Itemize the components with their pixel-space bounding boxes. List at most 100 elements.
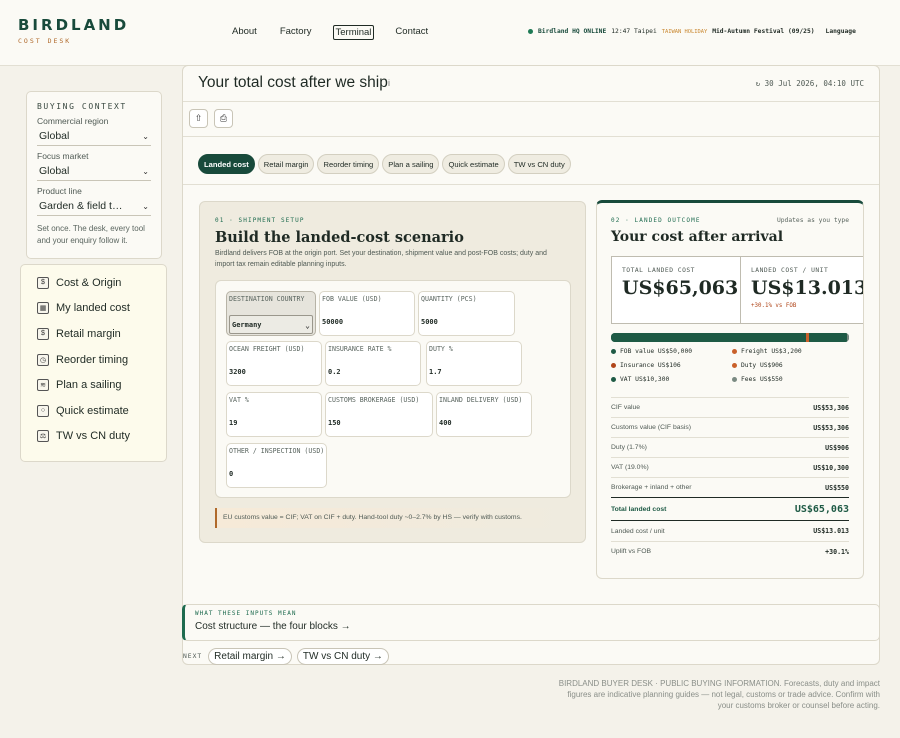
inputs-explainer[interactable]: WHAT THESE INPUTS MEAN Cost structure — … [182,604,880,641]
other-inspection-input[interactable]: OTHER / INSPECTION (USD) 0 [226,443,327,488]
field-value: 1.7 [429,368,442,376]
destination-country-select[interactable]: DESTINATION COUNTRY Germany ⌄ [226,291,316,336]
field-label: DUTY % [429,345,453,353]
row-value: US$13.013 [813,527,849,535]
nav-contact[interactable]: Contact [393,25,430,40]
cost-bar-segment [809,333,847,342]
tab-tw-cn-duty[interactable]: TW vs CN duty [507,154,571,174]
circle-icon: ○ [37,404,49,417]
tab-retail-margin[interactable]: Retail margin [257,154,315,174]
tab-reorder-timing[interactable]: Reorder timing [317,154,380,174]
coin-icon: $ [37,276,49,289]
vat-rate-input[interactable]: VAT % 19 [226,392,322,437]
row-label: Total landed cost [611,505,667,513]
explainer-link[interactable]: Cost structure — the four blocks → [195,621,869,632]
next-links: NEXT Retail margin → TW vs CN duty → [183,648,389,665]
cost-table: CIF value US$53,306 Customs value (CIF ba… [611,397,849,561]
tab-quick-estimate[interactable]: Quick estimate [442,154,505,174]
timestamp: ↻ 30 Jul 2026, 04:10 UTC [756,79,864,88]
kpi-value: US$65,063 [622,277,739,299]
landed-cost-per-unit-kpi: LANDED COST / UNIT US$13.013 +30.1% vs F… [740,256,864,324]
section-kicker: 01 · SHIPMENT SETUP [215,217,305,224]
sidebar-item-label: My landed cost [56,302,130,315]
refresh-icon[interactable]: ↻ [756,79,761,88]
inland-delivery-input[interactable]: INLAND DELIVERY (USD) 400 [436,392,532,437]
info-icon[interactable]: i [388,78,390,88]
row-value: US$906 [825,443,849,452]
select-box: Germany ⌄ [229,315,313,334]
row-value: US$65,063 [794,503,849,515]
sidebar-item-landed-cost[interactable]: ▦ My landed cost [21,296,166,322]
sidebar-item-tw-cn-duty[interactable]: ⚖ TW vs CN duty [21,424,166,450]
print-button[interactable]: ⎙ [214,109,233,128]
row-label: Brokerage + inland + other [611,484,692,491]
buying-context-title: BUYING CONTEXT [37,102,127,111]
legend-item: Duty US$906 [732,362,783,369]
legend-label: Insurance US$106 [620,362,681,369]
legend-dot-icon [732,363,737,368]
field-label: OTHER / INSPECTION (USD) [229,447,325,455]
ocean-freight-input[interactable]: OCEAN FREIGHT (USD) 3200 [226,341,322,386]
legend-label: VAT US$10,300 [620,376,670,383]
page-title: Your total cost after we ship [198,74,388,91]
fob-value-input[interactable]: FOB VALUE (USD) 50000 [319,291,415,336]
sidebar-item-cost-origin[interactable]: $ Cost & Origin [21,270,166,296]
clock-icon: ◷ [37,353,49,366]
customs-note: EU customs value = CIF; VAT on CIF + dut… [215,508,565,528]
field-label: CUSTOMS BROKERAGE (USD) [328,396,420,404]
legend-item: Fees US$550 [732,376,783,383]
field-label: INLAND DELIVERY (USD) [439,396,523,404]
next-retail-margin-button[interactable]: Retail margin → [208,648,292,665]
next-tw-cn-duty-button[interactable]: TW vs CN duty → [296,648,389,665]
top-bar: BIRDLAND COST DESK About Factory Termina… [0,0,900,66]
product-select[interactable]: Garden & field t… ⌄ [37,196,151,216]
buying-context-panel: BUYING CONTEXT Commercial region Global … [26,91,162,259]
sidebar-item-plan-sailing[interactable]: ≋ Plan a sailing [21,372,166,398]
field-value: 50000 [322,318,344,326]
language-switcher[interactable]: Language [826,28,856,35]
legend-dot-icon [732,349,737,354]
hq-status: Birdland HQ ONLINE [538,28,607,35]
main-panel: Your total cost after we ship i ↻ 30 Jul… [182,65,880,665]
field-value: 400 [439,419,452,427]
region-value: Global [39,130,70,142]
chevron-down-icon: ⌄ [142,131,149,141]
sidebar-item-label: Retail margin [56,327,121,340]
legend-label: Duty US$906 [741,362,783,369]
brand-logo[interactable]: BIRDLAND COST DESK [18,16,129,45]
insurance-rate-input[interactable]: INSURANCE RATE % 0.2 [325,341,421,386]
sidebar-item-label: Quick estimate [56,404,129,417]
market-select[interactable]: Global ⌄ [37,161,151,181]
customs-brokerage-input[interactable]: CUSTOMS BROKERAGE (USD) 150 [325,392,433,437]
sidebar-item-label: TW vs CN duty [56,430,130,443]
sidebar-item-retail-margin[interactable]: $ Retail margin [21,321,166,347]
field-value: Germany [232,321,262,329]
box-icon: ▦ [37,302,49,315]
tab-plan-sailing[interactable]: Plan a sailing [382,154,440,174]
market-value: Global [39,165,70,177]
chevron-down-icon: ⌄ [142,201,149,211]
nav-factory[interactable]: Factory [278,25,314,40]
legend-item: FOB value US$50,000 [611,348,692,355]
sidebar-item-reorder-timing[interactable]: ◷ Reorder timing [21,347,166,373]
field-label: INSURANCE RATE % [328,345,392,353]
kpi-value: US$13.013 [751,277,864,299]
legend-label: Fees US$550 [741,376,783,383]
nav-terminal[interactable]: Terminal [332,25,375,40]
sidebar-item-label: Reorder timing [56,353,129,366]
duty-rate-input[interactable]: DUTY % 1.7 [426,341,522,386]
divider [183,184,879,185]
nav-about[interactable]: About [230,25,259,40]
quantity-input[interactable]: QUANTITY (PCS) 5000 [418,291,515,336]
region-select[interactable]: Global ⌄ [37,126,151,146]
row-label: Duty (1.7%) [611,444,647,451]
cost-bar-segment [793,333,806,342]
table-row: Duty (1.7%) US$906 [611,437,849,457]
share-button[interactable]: ⇧ [189,109,208,128]
market-label: Focus market [37,151,89,161]
field-value: 0 [229,470,234,478]
field-value: 5000 [421,318,438,326]
tab-landed-cost[interactable]: Landed cost [198,154,255,174]
context-note: Set once. The desk, every tool and your … [37,224,145,245]
sidebar-item-quick-estimate[interactable]: ○ Quick estimate [21,398,166,424]
